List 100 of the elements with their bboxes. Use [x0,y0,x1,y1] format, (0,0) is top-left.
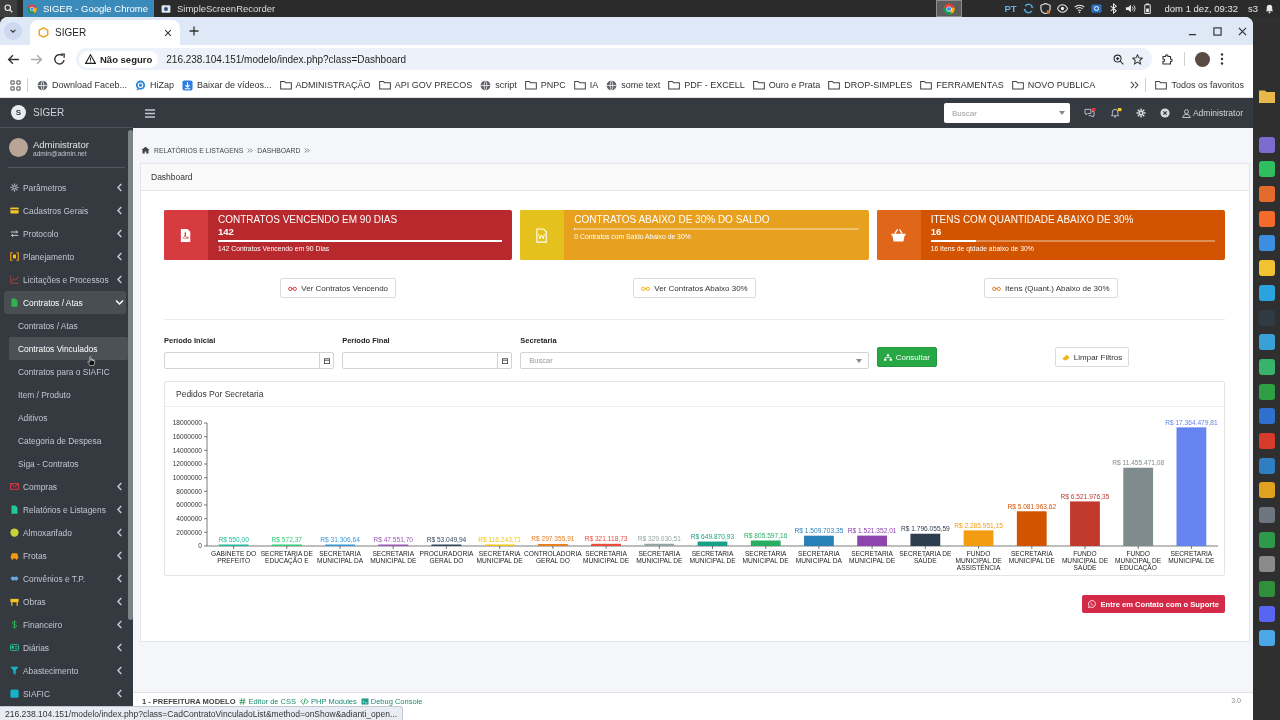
menu-item[interactable]: Relatórios e Listagens [4,498,126,521]
menu-item[interactable]: Parâmetros [4,176,126,199]
glasses-icon [288,285,298,291]
app-tile-icon[interactable] [1258,235,1275,252]
scrollbar[interactable] [128,130,133,620]
app-tile-icon[interactable] [1258,432,1275,449]
magnifier-icon[interactable] [1113,53,1124,65]
keyboard-layout[interactable]: PT [1004,3,1017,14]
menu-item[interactable]: Obras [4,590,126,613]
submenu-item[interactable]: Contratos Vinculados [9,337,128,360]
submenu-item[interactable]: Siga - Contratos [9,452,128,475]
bookmark[interactable]: DROP-SIMPLES [825,80,916,90]
bookmark[interactable]: NOVO PUBLICA [1008,80,1099,90]
app-tile-icon[interactable] [1258,161,1275,178]
menu-item[interactable]: Cadastros Gerais [4,199,126,222]
bookmark[interactable]: PDF - EXCELL [665,80,748,90]
taskbar-window[interactable]: SimpleScreenRecorder [157,0,282,17]
menu-item[interactable]: Financeiro [4,613,126,636]
address-bar[interactable]: Não seguro 216.238.104.151/modelo/index.php?class=Dashboard [76,48,1152,70]
app-tile-icon[interactable] [1258,581,1275,598]
date-field[interactable] [164,352,335,369]
bookmark[interactable]: script [477,79,520,91]
taskbar-window[interactable]: SIGER - Google Chrome [23,0,154,17]
app-tile-icon[interactable] [1258,334,1275,351]
user-menu-button[interactable]: Administrator [1181,108,1243,118]
date-field[interactable] [342,352,513,369]
app-tile-icon[interactable] [1258,284,1275,301]
menu-item[interactable]: Diárias [4,636,126,659]
app-tile-icon[interactable] [1258,605,1275,622]
plus-icon[interactable] [189,26,199,36]
submenu-item[interactable]: Contratos / Atas [9,314,128,337]
comments-icon[interactable] [1083,108,1096,118]
settings-icon[interactable] [1135,108,1146,118]
app-tile-icon[interactable] [1258,186,1275,203]
bookmark[interactable]: PNPC [521,80,569,90]
workspace-label[interactable]: s3 [1247,3,1258,14]
bookmark[interactable]: Todos os favoritos [1152,80,1247,90]
app-tile-icon[interactable] [1258,383,1275,400]
view-button[interactable]: Ver Contratos Vencendo [280,278,397,298]
app-tile-icon[interactable] [1258,260,1275,277]
clock[interactable]: dom 1 dez, 09:32 [1164,3,1238,14]
menu-item[interactable]: SIAFIC [4,682,126,705]
app-tile-icon[interactable] [1258,531,1275,548]
menu-item[interactable]: Almoxarifado [4,521,126,544]
menu-icon[interactable] [145,108,155,118]
submenu-item[interactable]: Categoria de Despesa [9,429,128,452]
search-button[interactable] [0,0,17,17]
app-tile-icon[interactable] [1258,507,1275,523]
brand-logo[interactable]: S [11,105,26,120]
reload-icon[interactable] [53,52,66,66]
close-icon[interactable] [164,28,172,37]
menu-dots-icon[interactable] [1220,53,1224,65]
puzzle-icon[interactable] [1162,53,1174,65]
view-button[interactable]: Itens (Quant.) Abaixo de 30% [984,278,1118,298]
bookmark[interactable]: FERRAMENTAS [917,80,1007,90]
brand-name[interactable]: SIGER [33,107,65,118]
close-circle-icon[interactable] [1159,108,1170,118]
bookmark[interactable]: some text [603,79,664,91]
app-tile-icon[interactable] [1258,556,1275,573]
apps-grid-icon[interactable] [10,79,21,91]
app-tile-icon[interactable] [1258,482,1275,499]
close-icon[interactable] [1238,26,1247,36]
browser-tab[interactable]: SIGER [30,20,180,45]
menu-item[interactable]: Licitações e Processos [4,268,126,291]
bookmark[interactable]: Baixar de vídeos... [179,79,275,91]
tab-search-button[interactable] [4,22,22,40]
menu-item[interactable]: Abastecimento [4,659,126,682]
menu-item[interactable]: Convênios e T.P. [4,567,126,590]
maximize-icon[interactable] [1213,26,1222,36]
menu-item[interactable]: Contratos / Atas [4,291,126,314]
back-icon[interactable] [7,52,20,66]
view-button[interactable]: Ver Contratos Abaixo 30% [633,278,756,298]
menu-item[interactable]: Frotas [4,544,126,567]
bell-icon[interactable] [1109,108,1122,118]
security-chip[interactable]: Não seguro [79,50,159,68]
profile-avatar[interactable] [1195,51,1210,67]
menu-item[interactable]: Planejamento [4,245,126,268]
star-icon[interactable] [1132,53,1143,65]
bookmark[interactable]: ADMINISTRAÇÃO [276,80,374,90]
bookmark[interactable]: API GOV PRECOS [375,80,476,90]
submenu-item[interactable]: Aditivos [9,406,128,429]
menu-item[interactable]: Protocolo [4,222,126,245]
submenu-item[interactable]: Contratos para o SIAFIC [9,360,128,383]
app-tile-icon[interactable] [1258,408,1275,425]
app-tile-icon[interactable] [1258,136,1275,153]
double-chevron-icon[interactable] [1130,81,1140,89]
submenu-item[interactable]: Item / Produto [9,383,128,406]
taskbar-button[interactable] [936,0,963,17]
home-icon[interactable] [141,146,150,154]
menu-item[interactable]: Compras [4,475,126,498]
app-tile-icon[interactable] [1258,457,1275,474]
bookmark[interactable]: Download Faceb... [34,79,131,91]
app-tile-icon[interactable] [1258,210,1275,227]
app-tile-icon[interactable] [1258,358,1275,375]
app-tile-icon[interactable] [1258,630,1275,647]
folder-icon[interactable] [1258,89,1275,103]
bookmark[interactable]: IA [570,80,602,90]
clear-button[interactable]: Limpar Filtros [1054,347,1130,367]
bookmark[interactable]: Ouro e Prata [749,80,824,90]
bookmark[interactable]: HiZap [132,79,178,91]
